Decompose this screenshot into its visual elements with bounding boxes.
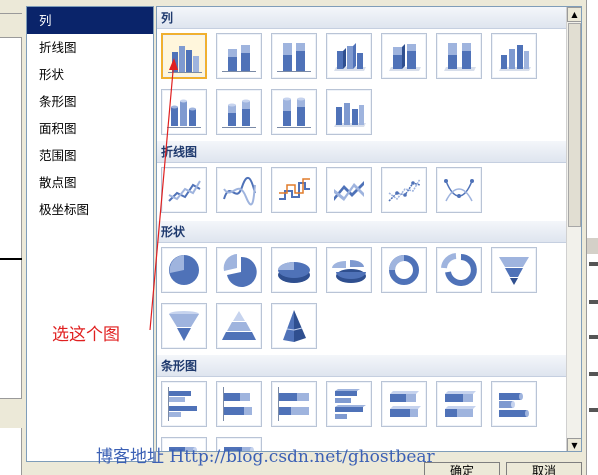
watermark: 博客地址 Http://blog.csdn.net/ghostbear — [96, 447, 435, 467]
annotation-text: 选这个图 — [52, 325, 120, 345]
annotation-arrow — [149, 58, 178, 331]
